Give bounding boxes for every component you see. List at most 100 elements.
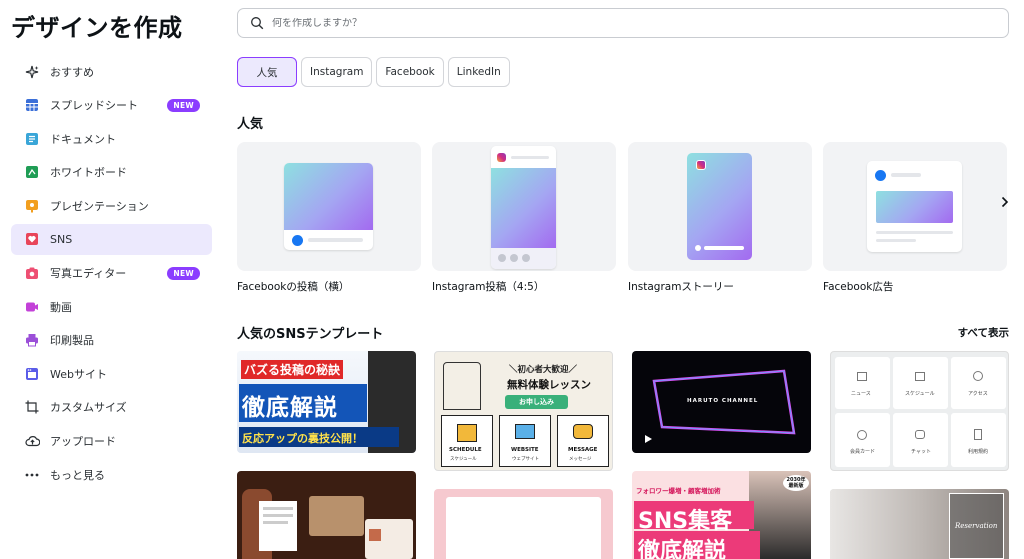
whiteboard-icon: [24, 164, 40, 180]
template-text: 反応アップの裏技公開！: [242, 432, 363, 445]
sidebar-item-label: ホワイトボード: [50, 166, 127, 180]
popular-section-title: 人気: [237, 117, 264, 132]
templates-section-title: 人気のSNSテンプレート: [237, 327, 384, 342]
custom-size-icon: [24, 399, 40, 415]
template-text: お申し込み: [505, 395, 568, 409]
play-icon: [645, 435, 652, 443]
instagram-story-thumbnail: [687, 153, 752, 260]
search-icon: [250, 16, 264, 30]
sidebar-item-sns[interactable]: SNS: [11, 223, 212, 255]
video-icon: [24, 299, 40, 315]
more-dots-icon: [24, 467, 40, 483]
sidebar-item-label: 動画: [50, 300, 72, 314]
document-icon: [24, 131, 40, 147]
see-all-link[interactable]: すべて表示: [958, 325, 1009, 340]
template-text: 無料体験レッスン: [507, 379, 591, 391]
sidebar-item-print[interactable]: 印刷製品: [11, 325, 212, 356]
sidebar-item-website[interactable]: Webサイト: [11, 358, 212, 389]
template-thumbnail[interactable]: バズる投稿の秘訣 徹底解説 反応アップの裏技公開！: [237, 351, 416, 453]
sidebar-item-recommended[interactable]: おすすめ: [11, 56, 212, 87]
sidebar-item-label: 印刷製品: [50, 334, 94, 348]
sidebar-item-more[interactable]: もっと見る: [11, 459, 212, 490]
new-badge: NEW: [167, 98, 200, 112]
template-thumbnail[interactable]: ニュース スケジュール アクセス 会員カード チャット 利用規約: [830, 351, 1009, 471]
chip-popular[interactable]: 人気: [237, 57, 297, 87]
sidebar-item-label: アップロード: [50, 435, 116, 449]
sidebar-item-label: Webサイト: [50, 367, 107, 381]
format-label: Instagram投稿（4:5）: [432, 281, 545, 293]
template-text: Reservation: [955, 522, 998, 530]
format-card-instagram-post[interactable]: [432, 142, 616, 271]
template-text: 徹底解説: [242, 395, 338, 421]
format-card-instagram-story[interactable]: [628, 142, 812, 271]
carousel-next-button[interactable]: [997, 193, 1013, 211]
sidebar-item-label: スプレッドシート: [50, 99, 138, 113]
printer-icon: [24, 332, 40, 348]
sidebar-item-upload[interactable]: アップロード: [11, 426, 212, 457]
template-thumbnail[interactable]: HARUTO CHANNEL: [632, 351, 811, 453]
template-text: チャット: [911, 449, 931, 455]
sidebar-item-label: カスタムサイズ: [50, 401, 127, 415]
page-title: デザインを作成: [11, 14, 183, 42]
chat-icon: [573, 424, 593, 439]
sidebar-item-spreadsheet[interactable]: スプレッドシート NEW: [11, 90, 212, 121]
template-text: スケジュール: [450, 457, 477, 462]
template-text: 会員カード: [850, 449, 876, 455]
format-card-facebook-ad[interactable]: [823, 142, 1007, 271]
template-text: スケジュール: [905, 391, 935, 397]
format-label: Facebookの投稿（横）: [237, 281, 350, 293]
sidebar-item-document[interactable]: ドキュメント: [11, 123, 212, 154]
camera-icon: [24, 265, 40, 281]
sidebar-nav: おすすめ スプレッドシート NEW ドキュメント ホワイトボード プレゼンテーシ…: [11, 56, 212, 493]
template-text: バズる投稿の秘訣: [241, 360, 344, 379]
format-label: Instagramストーリー: [628, 281, 734, 293]
cloud-upload-icon: [24, 433, 40, 449]
template-text: MESSAGE: [568, 447, 598, 453]
new-badge: NEW: [167, 266, 200, 280]
sidebar-item-label: もっと見る: [50, 468, 105, 482]
chip-instagram[interactable]: Instagram: [301, 57, 373, 87]
template-thumbnail[interactable]: フォロワー爆増・顧客増加術 SNS集客 徹底解説 2030年最新版: [632, 471, 811, 559]
sidebar-item-label: プレゼンテーション: [50, 199, 149, 213]
calendar-icon: [915, 372, 925, 381]
heart-icon: [24, 231, 40, 247]
sidebar-item-label: ドキュメント: [50, 132, 116, 146]
search-bar[interactable]: [237, 8, 1009, 38]
spreadsheet-icon: [24, 97, 40, 113]
template-text: ニュース: [851, 391, 871, 397]
chip-linkedin[interactable]: LinkedIn: [447, 57, 510, 87]
sidebar-item-video[interactable]: 動画: [11, 291, 212, 322]
template-thumbnail[interactable]: [434, 489, 613, 559]
sidebar-item-label: SNS: [50, 232, 73, 246]
document-icon: [974, 429, 982, 440]
chevron-right-icon: [1001, 193, 1009, 212]
sidebar-item-presentation[interactable]: プレゼンテーション: [11, 190, 212, 221]
template-thumbnail[interactable]: [237, 471, 416, 559]
format-card-facebook-post[interactable]: [237, 142, 421, 271]
person-icon: [973, 371, 983, 381]
template-text: アクセス: [968, 391, 988, 397]
sidebar-item-photo-editor[interactable]: 写真エディター NEW: [11, 258, 212, 289]
template-text: ウェブサイト: [512, 457, 539, 462]
category-chips: 人気 Instagram Facebook LinkedIn: [237, 57, 510, 87]
template-text: 徹底解説: [638, 539, 727, 559]
sidebar-item-whiteboard[interactable]: ホワイトボード: [11, 157, 212, 188]
sidebar-item-label: おすすめ: [50, 65, 94, 79]
template-text: ＼初心者大歓迎／: [509, 365, 578, 375]
sidebar-item-custom-size[interactable]: カスタムサイズ: [11, 392, 212, 423]
template-thumbnail[interactable]: ＼初心者大歓迎／ 無料体験レッスン お申し込み SCHEDULE WEBSITE…: [434, 351, 613, 471]
facebook-post-thumbnail: [284, 163, 373, 250]
template-text: 利用規約: [968, 449, 989, 455]
template-thumbnail[interactable]: Reservation: [830, 489, 1009, 559]
template-text: フォロワー爆増・顧客増加術: [636, 487, 721, 495]
template-text: メッセージ: [569, 457, 592, 462]
template-text: 2030年最新版: [783, 475, 809, 491]
facebook-ad-thumbnail: [867, 161, 962, 252]
search-input[interactable]: [272, 17, 972, 29]
facebook-icon: [292, 235, 303, 246]
sidebar-item-label: 写真エディター: [50, 267, 127, 281]
chip-facebook[interactable]: Facebook: [376, 57, 444, 87]
calendar-icon: [457, 424, 477, 442]
template-text: SCHEDULE: [449, 447, 482, 453]
megaphone-icon: [857, 372, 867, 381]
